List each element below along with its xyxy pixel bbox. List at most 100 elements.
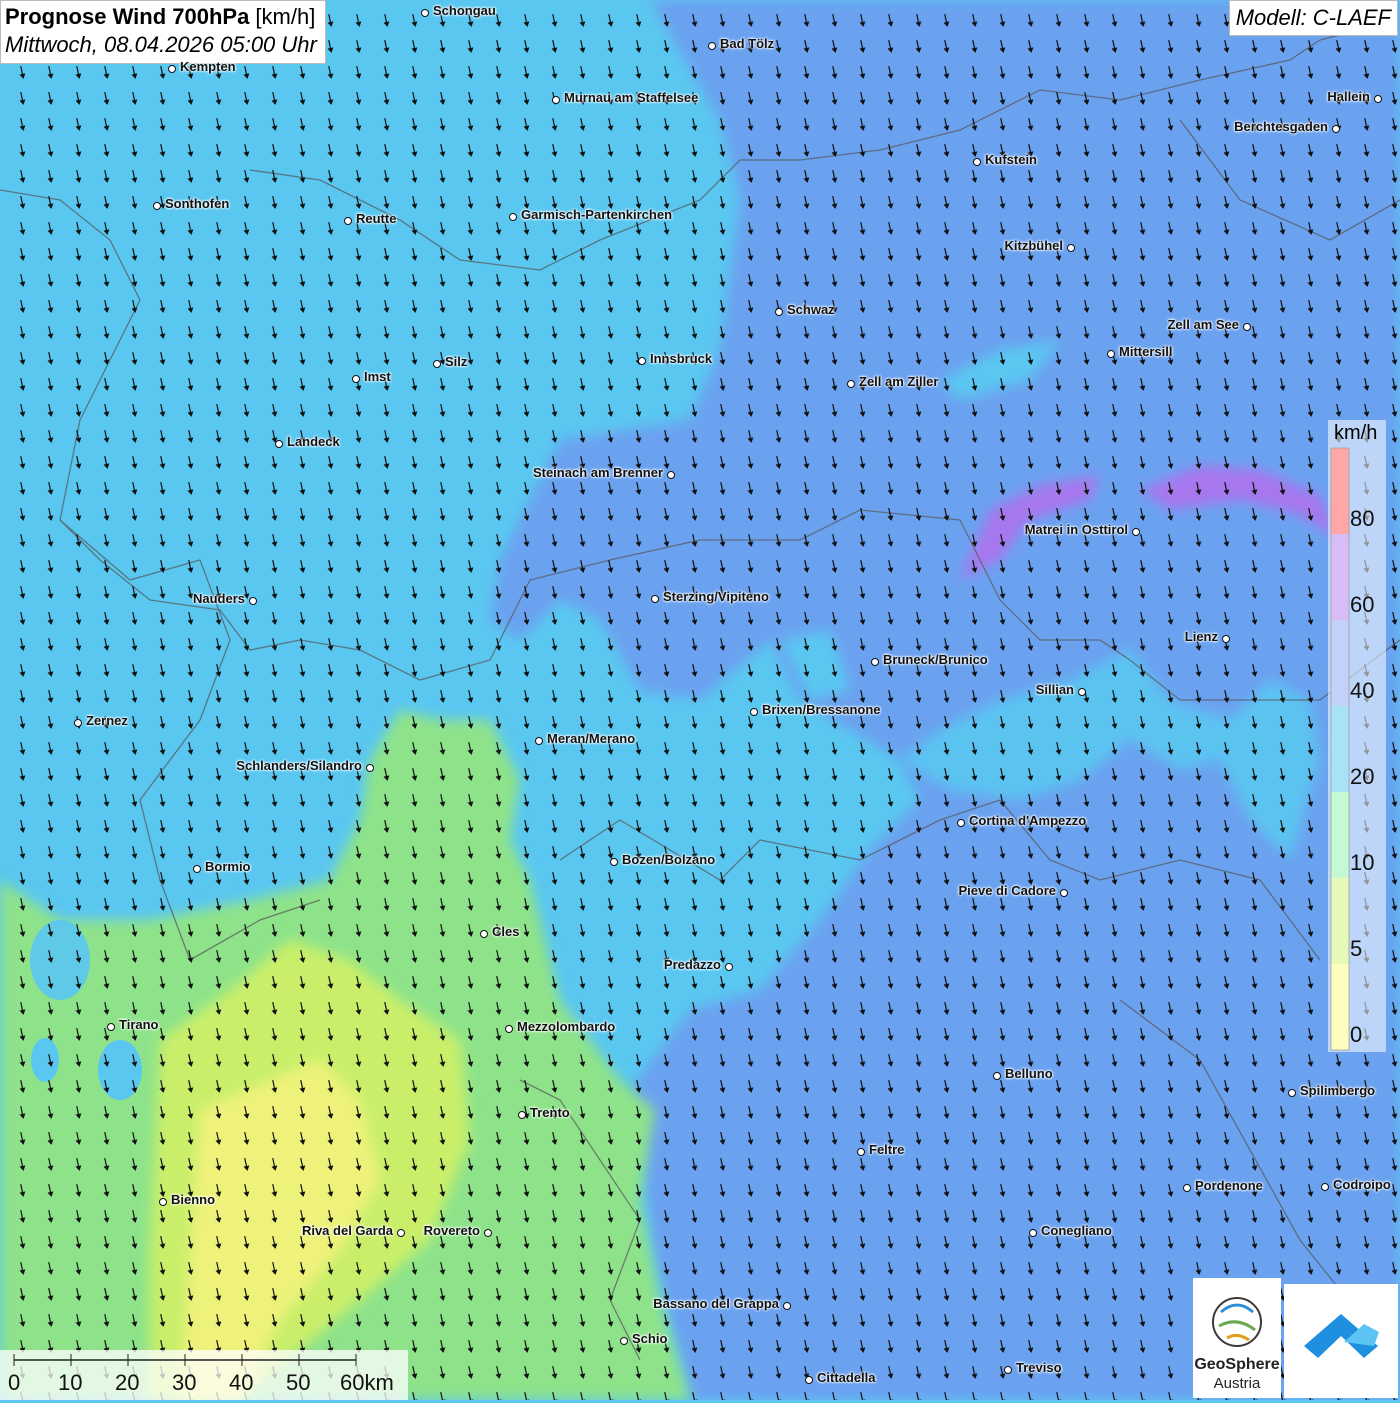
city-marker [973, 158, 981, 166]
city-label: Bassano del Grappa [653, 1296, 779, 1311]
city-marker [775, 308, 783, 316]
city-label: Bozen/Bolzano [622, 852, 715, 867]
legend-label-20: 20 [1350, 764, 1374, 790]
city-label: Landeck [287, 434, 340, 449]
city-marker [1067, 244, 1075, 252]
city-label: Sillian [1036, 682, 1074, 697]
city-marker [651, 595, 659, 603]
city-label: Kufstein [985, 152, 1037, 167]
city-label: Zernez [86, 713, 128, 728]
city-label: Predazzo [664, 957, 721, 972]
city-marker [1321, 1183, 1329, 1191]
city-marker [74, 719, 82, 727]
city-label: Spilimbergo [1300, 1083, 1375, 1098]
city-marker [847, 380, 855, 388]
city-label: Codroipo [1333, 1177, 1391, 1192]
city-marker [1222, 635, 1230, 643]
subtitle-datetime: Mittwoch, 08.04.2026 05:00 Uhr [5, 31, 317, 59]
city-label: Schlanders/Silandro [236, 758, 362, 773]
legend-unit: km/h [1334, 422, 1377, 445]
city-label: Cittadella [817, 1370, 876, 1385]
city-marker [421, 9, 429, 17]
city-marker [871, 658, 879, 666]
title: Prognose Wind 700hPa [km/h] [5, 3, 317, 31]
city-label: Rovereto [424, 1223, 480, 1238]
city-marker [750, 708, 758, 716]
legend-label-0: 0 [1350, 1022, 1362, 1048]
city-label: Bruneck/Brunico [883, 652, 988, 667]
city-marker [1288, 1089, 1296, 1097]
city-label: Kitzbühel [1005, 238, 1064, 253]
city-marker [552, 96, 560, 104]
legend-label-40: 40 [1350, 678, 1374, 704]
city-label: Zell am Ziller [859, 374, 938, 389]
city-label: Bad Tölz [720, 36, 774, 51]
city-label: Sterzing/Vipiteno [663, 589, 769, 604]
city-marker [275, 440, 283, 448]
city-marker [505, 1025, 513, 1033]
city-label: Mittersill [1119, 344, 1172, 359]
city-label: Schongau [433, 3, 496, 18]
legend-label-5: 5 [1350, 936, 1362, 962]
geosphere-emblem-icon [1193, 1286, 1281, 1356]
city-label: Berchtesgaden [1234, 119, 1328, 134]
city-label: Sonthofen [165, 196, 229, 211]
city-label: Bienno [171, 1192, 215, 1207]
scale-label-10: 10 [58, 1370, 82, 1396]
city-marker [484, 1229, 492, 1237]
city-label: Steinach am Brenner [533, 465, 663, 480]
title-main: Prognose Wind 700hPa [5, 4, 249, 29]
warning-app-logo[interactable] [1284, 1284, 1398, 1398]
city-marker [1107, 350, 1115, 358]
city-label: Brixen/Bressanone [762, 702, 881, 717]
city-label: Trento [530, 1105, 570, 1120]
city-marker [352, 375, 360, 383]
city-marker [667, 471, 675, 479]
city-marker [433, 360, 441, 368]
city-label: Kempten [180, 59, 236, 74]
city-label: Riva del Garda [302, 1223, 393, 1238]
city-marker [1078, 688, 1086, 696]
city-marker [107, 1023, 115, 1031]
city-label: Pieve di Cadore [958, 883, 1056, 898]
city-marker [1060, 889, 1068, 897]
city-label: Matrei in Osttirol [1025, 522, 1128, 537]
city-marker [249, 597, 257, 605]
city-marker [857, 1148, 865, 1156]
city-marker [1243, 323, 1251, 331]
city-label: Murnau am Staffelsee [564, 90, 698, 105]
city-label: Tirano [119, 1017, 159, 1032]
city-label: Feltre [869, 1142, 904, 1157]
geosphere-logo[interactable]: GeoSphere Austria [1193, 1278, 1281, 1398]
city-label: Schio [632, 1331, 667, 1346]
city-marker [535, 737, 543, 745]
city-label: Bormio [205, 859, 251, 874]
city-marker [620, 1337, 628, 1345]
city-label: Zell am See [1167, 317, 1239, 332]
cloud-arrow-icon [1284, 1284, 1398, 1398]
scale-label-20: 20 [115, 1370, 139, 1396]
model-label: Modell: C-LAEF [1229, 0, 1398, 36]
logo-sub: Austria [1193, 1375, 1281, 1392]
scale-label-60km: 60km [340, 1370, 394, 1396]
title-box: Prognose Wind 700hPa [km/h] Mittwoch, 08… [0, 0, 326, 64]
legend-label-60: 60 [1350, 592, 1374, 618]
city-marker [480, 930, 488, 938]
city-marker [993, 1072, 1001, 1080]
title-unit: [km/h] [249, 4, 315, 29]
city-label: Conegliano [1041, 1223, 1112, 1238]
scale-bar: 0 10 20 30 40 50 60km [0, 1350, 408, 1400]
city-marker [805, 1376, 813, 1384]
city-label: Mezzolombardo [517, 1019, 615, 1034]
scale-label-30: 30 [172, 1370, 196, 1396]
city-label: Innsbruck [650, 351, 712, 366]
city-marker [1004, 1366, 1012, 1374]
city-marker [344, 217, 352, 225]
logo-name: GeoSphere [1193, 1356, 1281, 1374]
legend: km/h 80 60 40 20 10 5 0 [1328, 420, 1386, 1052]
city-label: Treviso [1016, 1360, 1062, 1375]
city-marker [1029, 1229, 1037, 1237]
city-marker [153, 202, 161, 210]
city-label: Meran/Merano [547, 731, 635, 746]
city-marker [1332, 125, 1340, 133]
